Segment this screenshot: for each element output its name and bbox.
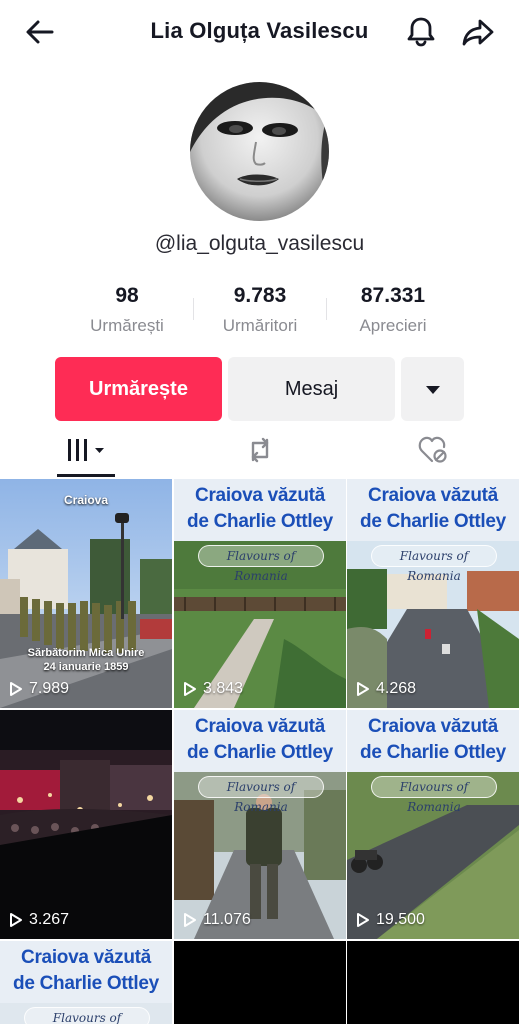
video-tile[interactable]: Craiova văzută de Charlie Ottley Flavour… (347, 710, 519, 939)
play-icon (357, 913, 369, 927)
play-icon (184, 682, 196, 696)
video-title-line2: de Charlie Ottley (360, 511, 506, 532)
video-thumbnail (0, 479, 172, 708)
view-count: 11.076 (183, 911, 251, 929)
video-tile[interactable]: Craiova văzută de Charlie Ottley Flavour… (174, 479, 346, 708)
video-subtitle: Flavours of Romania (371, 776, 497, 814)
active-tab-indicator (57, 474, 115, 477)
stat-following-label: Urmărești (90, 316, 164, 335)
avatar[interactable] (190, 82, 329, 221)
video-title-banner: Craiova văzută de Charlie Ottley (347, 710, 519, 772)
video-title-banner: Craiova văzută de Charlie Ottley (174, 479, 346, 541)
video-title-banner: Craiova văzută de Charlie Ottley (174, 710, 346, 772)
stat-following-count: 98 (115, 284, 139, 307)
stat-followers-count: 9.783 (233, 284, 287, 307)
bell-icon[interactable] (403, 14, 439, 50)
view-count-value: 7.989 (29, 680, 70, 697)
view-count-value: 3.843 (203, 680, 244, 697)
follow-button[interactable]: Urmărește (55, 357, 222, 421)
view-count-value: 11.076 (203, 911, 251, 928)
video-title-banner: Craiova văzută de Charlie Ottley (347, 479, 519, 541)
video-title-line2: de Charlie Ottley (13, 973, 159, 994)
more-options-button[interactable] (401, 357, 464, 421)
video-overlay-caption: 24 ianuarie 1859 (43, 661, 129, 673)
stat-divider (326, 298, 327, 320)
video-tile[interactable]: Craiova văzută de Charlie Ottley Flavour… (0, 941, 172, 1024)
tab-videos[interactable] (57, 426, 115, 478)
video-title-banner: Craiova văzută de Charlie Ottley (0, 941, 172, 1003)
video-title-line1: Craiova văzută (195, 485, 325, 506)
view-count: 19.500 (356, 911, 425, 929)
video-title-line2: de Charlie Ottley (187, 742, 333, 763)
video-title-line1: Craiova văzută (368, 485, 498, 506)
stat-divider (193, 298, 194, 320)
play-icon (10, 682, 22, 696)
video-title-line1: Craiova văzută (21, 947, 151, 968)
profile-actions: Urmărește Mesaj (0, 357, 519, 421)
view-count-value: 19.500 (376, 911, 425, 928)
video-tile[interactable]: 3.267 (0, 710, 172, 939)
video-tile[interactable]: Craiova Sărbătorim Mica Unire 24 ianuari… (0, 479, 172, 708)
tab-reposts[interactable] (235, 426, 285, 478)
play-icon (357, 682, 369, 696)
grid-bars-icon (65, 437, 107, 468)
profile-tabs (0, 426, 519, 478)
profile-name: Lia Olguța Vasilescu (150, 18, 369, 43)
view-count: 4.268 (356, 680, 416, 698)
empty-tile (174, 941, 346, 1024)
video-title-line2: de Charlie Ottley (360, 742, 506, 763)
stat-followers-label: Urmăritori (222, 316, 298, 335)
view-count-value: 3.267 (29, 911, 70, 928)
message-button[interactable]: Mesaj (228, 357, 395, 421)
profile-handle: @lia_olguta_vasilescu (154, 232, 365, 255)
stat-followers[interactable]: 9.783 Urmăritori (195, 284, 325, 336)
video-subtitle: Flavours of Romania (24, 1007, 150, 1024)
stat-likes-count: 87.331 (360, 284, 426, 307)
video-subtitle: Flavours of Romania (198, 776, 324, 814)
video-tile[interactable]: Craiova văzută de Charlie Ottley Flavour… (347, 479, 519, 708)
view-count: 3.843 (183, 680, 243, 698)
video-overlay-caption: Sărbătorim Mica Unire (27, 647, 145, 659)
top-bar: Lia Olguța Vasilescu (0, 0, 519, 64)
video-overlay-caption: Craiova (63, 493, 109, 507)
video-title-line1: Craiova văzută (195, 716, 325, 737)
video-grid: Craiova Sărbătorim Mica Unire 24 ianuari… (0, 479, 519, 1024)
video-subtitle: Flavours of Romania (198, 545, 324, 583)
view-count-value: 4.268 (376, 680, 417, 697)
empty-tile (347, 941, 519, 1024)
view-count: 3.267 (9, 911, 69, 929)
stat-likes[interactable]: 87.331 Aprecieri (328, 284, 458, 336)
video-thumbnail (0, 710, 172, 939)
video-subtitle: Flavours of Romania (371, 545, 497, 583)
stat-likes-label: Aprecieri (359, 316, 427, 335)
share-arrow-icon[interactable] (460, 14, 496, 50)
heart-hidden-icon (417, 435, 449, 470)
view-count: 7.989 (9, 680, 69, 698)
video-title-line1: Craiova văzută (368, 716, 498, 737)
play-icon (10, 913, 22, 927)
stat-following[interactable]: 98 Urmărești (62, 284, 192, 336)
video-tile[interactable]: Craiova văzută de Charlie Ottley Flavour… (174, 710, 346, 939)
caret-down-icon (425, 378, 441, 401)
video-title-line2: de Charlie Ottley (187, 511, 333, 532)
play-icon (184, 913, 196, 927)
tab-liked[interactable] (408, 426, 458, 478)
repost-icon (245, 435, 275, 470)
profile-stats: 98 Urmărești 9.783 Urmăritori 87.331 Apr… (60, 284, 460, 344)
